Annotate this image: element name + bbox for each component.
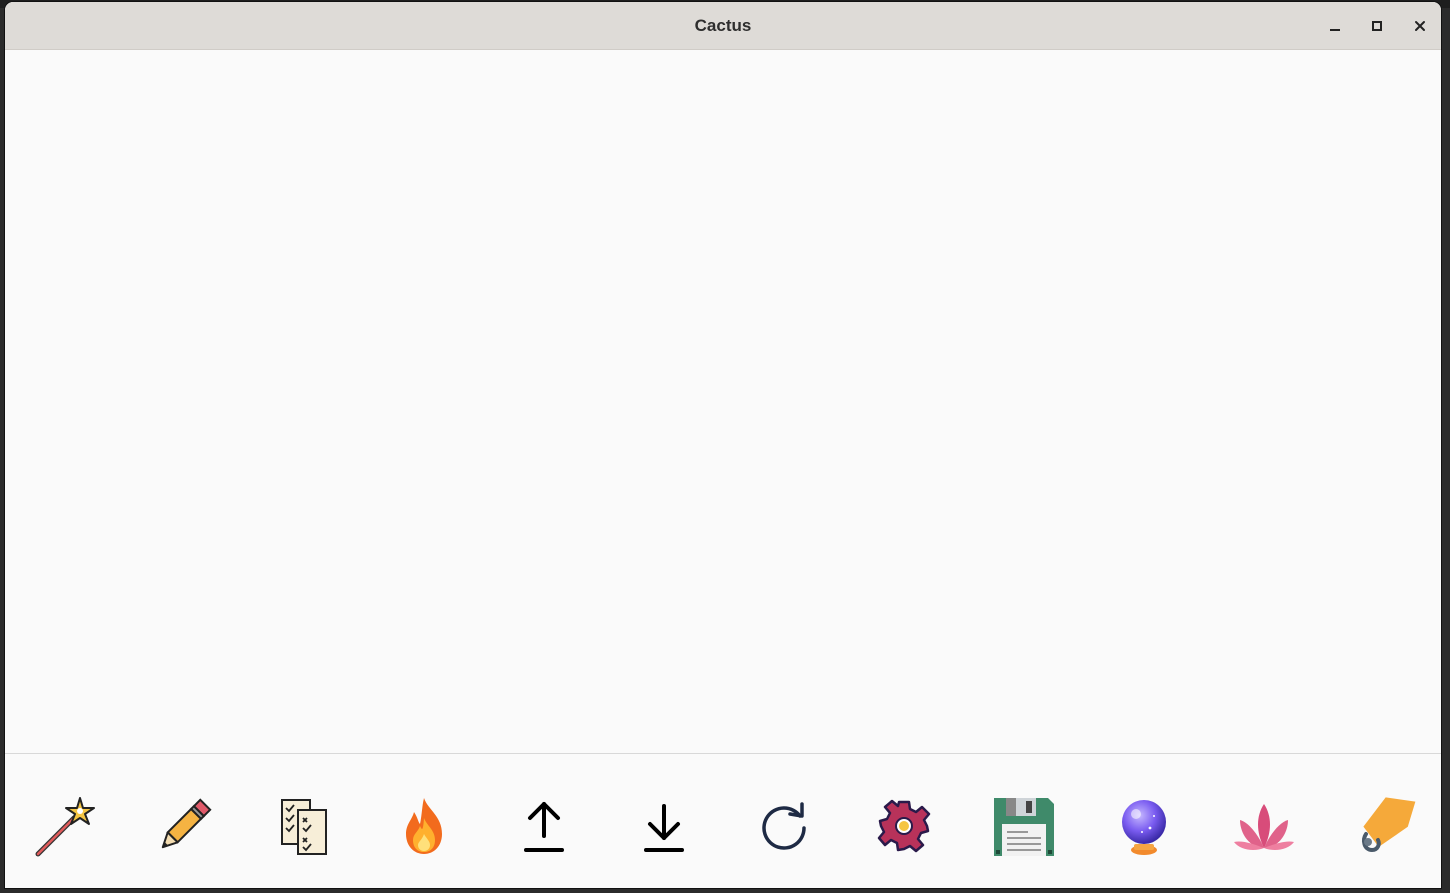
tag-icon	[1362, 797, 1416, 853]
close-icon	[1415, 21, 1425, 31]
checklist-icon	[281, 799, 327, 855]
save-button[interactable]	[992, 794, 1056, 858]
refresh-button[interactable]	[752, 794, 816, 858]
upload-button[interactable]	[512, 794, 576, 858]
pencil-icon	[161, 798, 212, 849]
app-window: Cactus	[5, 2, 1441, 888]
fire-button[interactable]	[392, 794, 456, 858]
lotus-icon	[1234, 804, 1294, 850]
window-title: Cactus	[694, 16, 752, 35]
maximize-button[interactable]	[1365, 14, 1389, 38]
crystal-ball-icon	[1122, 800, 1166, 855]
gear-icon	[877, 799, 931, 853]
maximize-icon	[1372, 21, 1382, 31]
floppy-disk-icon	[994, 798, 1054, 856]
refresh-icon	[762, 802, 806, 850]
fire-icon	[406, 798, 442, 854]
crystal-ball-button[interactable]	[1112, 794, 1176, 858]
minimize-icon	[1330, 29, 1340, 31]
lotus-button[interactable]	[1232, 794, 1296, 858]
upload-icon	[524, 802, 564, 852]
canvas-area[interactable]	[5, 50, 1441, 753]
close-button[interactable]	[1408, 14, 1432, 38]
tag-button[interactable]	[1352, 794, 1416, 858]
title-bar: Cactus	[5, 2, 1441, 50]
magic-wand-icon	[35, 797, 95, 857]
minimize-button[interactable]	[1323, 14, 1347, 38]
download-icon	[644, 804, 684, 852]
pencil-button[interactable]	[152, 794, 216, 858]
settings-button[interactable]	[872, 794, 936, 858]
bottom-toolbar	[5, 753, 1441, 888]
checklist-button[interactable]	[272, 794, 336, 858]
magic-wand-button[interactable]	[32, 794, 96, 858]
download-button[interactable]	[632, 794, 696, 858]
